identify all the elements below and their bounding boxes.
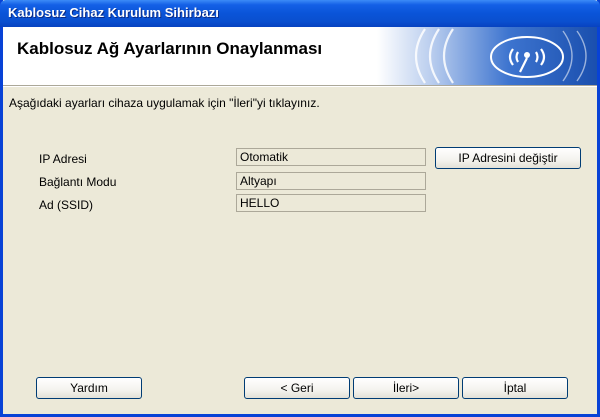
header-divider: [3, 85, 597, 87]
ip-address-field: Otomatik: [236, 148, 426, 166]
wizard-window: Kablosuz Cihaz Kurulum Sihirbazı Kablosu…: [0, 0, 600, 417]
window-title: Kablosuz Cihaz Kurulum Sihirbazı: [8, 5, 219, 20]
cancel-button[interactable]: İptal: [462, 377, 568, 399]
connection-mode-label: Bağlantı Modu: [39, 175, 117, 189]
wifi-signal-icon: [377, 27, 597, 85]
connection-mode-field: Altyapı: [236, 172, 426, 190]
help-button[interactable]: Yardım: [36, 377, 142, 399]
ip-address-label: IP Adresi: [39, 152, 87, 166]
next-button[interactable]: İleri>: [353, 377, 459, 399]
back-button[interactable]: < Geri: [244, 377, 350, 399]
wizard-header: Kablosuz Ağ Ayarlarının Onaylanması: [3, 27, 597, 85]
instruction-text: Aşağıdaki ayarları cihaza uygulamak için…: [9, 96, 320, 110]
page-title: Kablosuz Ağ Ayarlarının Onaylanması: [17, 39, 323, 58]
change-ip-address-button[interactable]: IP Adresini değiştir: [435, 147, 581, 169]
ssid-label: Ad (SSID): [39, 198, 94, 212]
title-bar[interactable]: Kablosuz Cihaz Kurulum Sihirbazı: [0, 0, 600, 27]
ssid-field: HELLO: [236, 194, 426, 212]
